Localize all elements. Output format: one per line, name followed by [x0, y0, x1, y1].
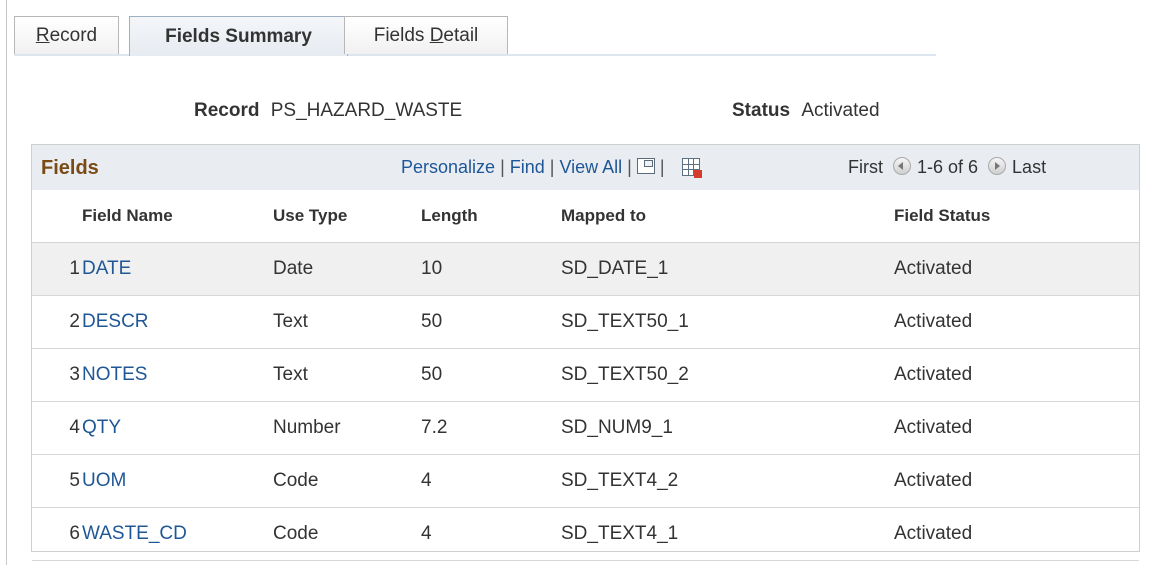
- table-row: 3 NOTES Text 50 SD_TEXT50_2 Activated: [32, 348, 1139, 402]
- use-type-cell: Date: [273, 242, 421, 296]
- column-header-field-status: Field Status: [894, 190, 1139, 243]
- mapped-to-cell: SD_TEXT50_2: [561, 348, 894, 402]
- use-type-cell: Code: [273, 507, 421, 561]
- tab-record-label: Record: [35, 24, 98, 46]
- field-name-link[interactable]: WASTE_CD: [82, 507, 273, 561]
- tab-bar: Record Fields Summary Fields Detail: [14, 16, 936, 56]
- table-row: 5 UOM Code 4 SD_TEXT4_2 Activated: [32, 454, 1139, 508]
- length-cell: 7.2: [421, 401, 561, 455]
- length-cell: 10: [421, 242, 561, 296]
- table-row: 1 DATE Date 10 SD_DATE_1 Activated: [32, 242, 1139, 296]
- row-number: 2: [32, 295, 82, 349]
- column-header-length: Length: [421, 190, 561, 243]
- mapped-to-cell: SD_TEXT4_2: [561, 454, 894, 508]
- previous-arrow-icon[interactable]: [893, 157, 911, 175]
- table-row: 4 QTY Number 7.2 SD_NUM9_1 Activated: [32, 401, 1139, 455]
- field-status-cell: Activated: [894, 454, 1139, 508]
- record-row: Record PS_HAZARD_WASTE: [194, 100, 462, 122]
- use-type-cell: Code: [273, 454, 421, 508]
- personalize-link[interactable]: Personalize: [401, 157, 495, 177]
- row-range: 1-6 of 6: [917, 157, 979, 177]
- length-cell: 50: [421, 295, 561, 349]
- field-name-link[interactable]: DESCR: [82, 295, 273, 349]
- grid-nav: Personalize | Find | View All | |: [401, 157, 702, 178]
- field-status-cell: Activated: [894, 507, 1139, 561]
- row-number: 1: [32, 242, 82, 296]
- view-all-link[interactable]: View All: [559, 157, 622, 177]
- use-type-cell: Text: [273, 295, 421, 349]
- column-header-field-name: Field Name: [82, 190, 273, 243]
- tab-fields-summary-label: Fields Summary: [165, 25, 312, 47]
- length-cell: 50: [421, 348, 561, 402]
- field-name-link[interactable]: QTY: [82, 401, 273, 455]
- download-to-excel-icon[interactable]: [681, 158, 702, 178]
- row-number-header: [32, 190, 82, 243]
- field-name-link[interactable]: NOTES: [82, 348, 273, 402]
- grid-header: Fields Personalize | Find | View All | | First…: [32, 145, 1139, 191]
- field-status-cell: Activated: [894, 242, 1139, 296]
- row-number: 6: [32, 507, 82, 561]
- row-number: 4: [32, 401, 82, 455]
- mapped-to-cell: SD_TEXT50_1: [561, 295, 894, 349]
- row-number: 3: [32, 348, 82, 402]
- use-type-cell: Text: [273, 348, 421, 402]
- column-header-use-type: Use Type: [273, 190, 421, 243]
- use-type-cell: Number: [273, 401, 421, 455]
- field-status-cell: Activated: [894, 295, 1139, 349]
- grid-title: Fields: [41, 157, 99, 179]
- grid-pager: First 1-6 of 6 Last: [848, 157, 1046, 178]
- record-label: Record: [194, 100, 260, 121]
- status-label: Status: [732, 100, 791, 121]
- row-number: 5: [32, 454, 82, 508]
- status-row: Status Activated: [732, 100, 880, 122]
- field-name-link[interactable]: UOM: [82, 454, 273, 508]
- fields-table: Field Name Use Type Length Mapped to Fie…: [32, 190, 1139, 561]
- tab-fields-detail[interactable]: Fields Detail: [344, 16, 508, 54]
- find-link[interactable]: Find: [510, 157, 545, 177]
- length-cell: 4: [421, 454, 561, 508]
- tab-record[interactable]: Record: [14, 16, 119, 54]
- field-name-link[interactable]: DATE: [82, 242, 273, 296]
- zoom-grid-icon[interactable]: [636, 158, 655, 174]
- fields-grid: Fields Personalize | Find | View All | | First…: [31, 144, 1140, 561]
- tab-fields-summary[interactable]: Fields Summary: [129, 16, 348, 56]
- first-link[interactable]: First: [848, 157, 883, 177]
- status-value: Activated: [801, 100, 880, 121]
- record-value: PS_HAZARD_WASTE: [270, 100, 463, 121]
- next-arrow-icon[interactable]: [988, 157, 1007, 175]
- table-row: 6 WASTE_CD Code 4 SD_TEXT4_1 Activated: [32, 507, 1139, 561]
- last-link[interactable]: Last: [1012, 157, 1046, 177]
- column-header-mapped-to: Mapped to: [561, 190, 894, 243]
- mapped-to-cell: SD_DATE_1: [561, 242, 894, 296]
- field-status-cell: Activated: [894, 401, 1139, 455]
- field-status-cell: Activated: [894, 348, 1139, 402]
- length-cell: 4: [421, 507, 561, 561]
- table-row: 2 DESCR Text 50 SD_TEXT50_1 Activated: [32, 295, 1139, 349]
- mapped-to-cell: SD_NUM9_1: [561, 401, 894, 455]
- mapped-to-cell: SD_TEXT4_1: [561, 507, 894, 561]
- tab-fields-detail-label: Fields Detail: [373, 24, 479, 46]
- table-header-row: Field Name Use Type Length Mapped to Fie…: [32, 190, 1139, 243]
- page-left-border: [6, 0, 7, 565]
